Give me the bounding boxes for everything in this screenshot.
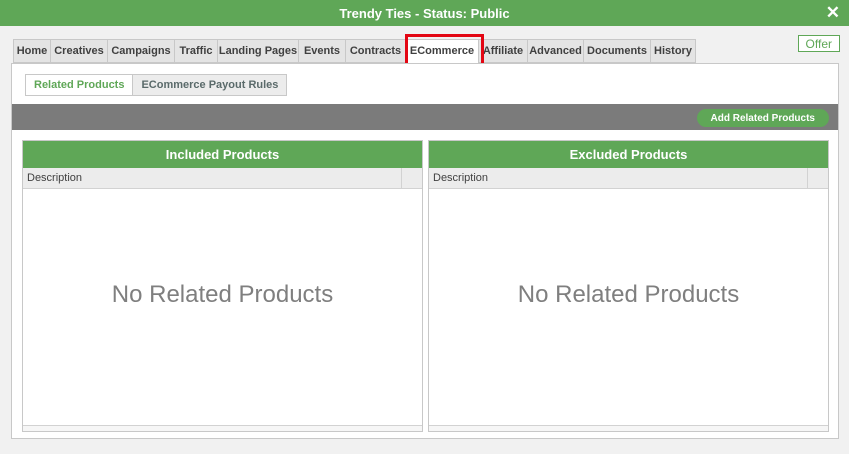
included-description-column[interactable]: Description [23, 168, 402, 188]
excluded-products-title: Excluded Products [429, 141, 828, 168]
excluded-grid-footer [429, 425, 828, 431]
close-icon[interactable]: ✕ [826, 4, 840, 21]
tab-home[interactable]: Home [13, 39, 50, 63]
excluded-description-column[interactable]: Description [429, 168, 808, 188]
main-tabs: Home Creatives Campaigns Traffic Landing… [13, 39, 696, 63]
tab-affiliate[interactable]: Affiliate [478, 39, 527, 63]
included-empty-message: No Related Products [111, 281, 334, 308]
content-panel: Related Products ECommerce Payout Rules … [11, 63, 839, 439]
add-related-products-button[interactable]: Add Related Products [696, 109, 829, 127]
tab-advanced[interactable]: Advanced [527, 39, 583, 63]
excluded-products-grid: Excluded Products Description No Related… [428, 140, 829, 432]
excluded-column-spacer [808, 168, 828, 188]
included-products-title: Included Products [23, 141, 422, 168]
window-titlebar: Trendy Ties - Status: Public ✕ [0, 0, 849, 26]
subtab-related-products[interactable]: Related Products [25, 74, 133, 96]
tab-creatives[interactable]: Creatives [50, 39, 107, 63]
tab-ecommerce[interactable]: ECommerce [405, 39, 478, 63]
tab-campaigns[interactable]: Campaigns [107, 39, 174, 63]
offer-button[interactable]: Offer [797, 35, 840, 52]
tab-events[interactable]: Events [298, 39, 345, 63]
included-column-header: Description [23, 168, 422, 189]
tab-history[interactable]: History [650, 39, 696, 63]
tab-traffic[interactable]: Traffic [174, 39, 217, 63]
included-products-grid: Included Products Description No Related… [22, 140, 423, 432]
tab-landing-pages[interactable]: Landing Pages [217, 39, 298, 63]
sub-tabs: Related Products ECommerce Payout Rules [25, 74, 288, 96]
included-column-spacer [402, 168, 422, 188]
actions-toolbar: Add Related Products [12, 104, 838, 130]
tab-documents[interactable]: Documents [583, 39, 650, 63]
subtab-ecommerce-payout-rules[interactable]: ECommerce Payout Rules [132, 74, 288, 96]
tab-contracts[interactable]: Contracts [345, 39, 405, 63]
excluded-empty-message: No Related Products [517, 281, 740, 308]
excluded-column-header: Description [429, 168, 828, 189]
included-grid-footer [23, 425, 422, 431]
window-title: Trendy Ties - Status: Public [339, 5, 510, 21]
